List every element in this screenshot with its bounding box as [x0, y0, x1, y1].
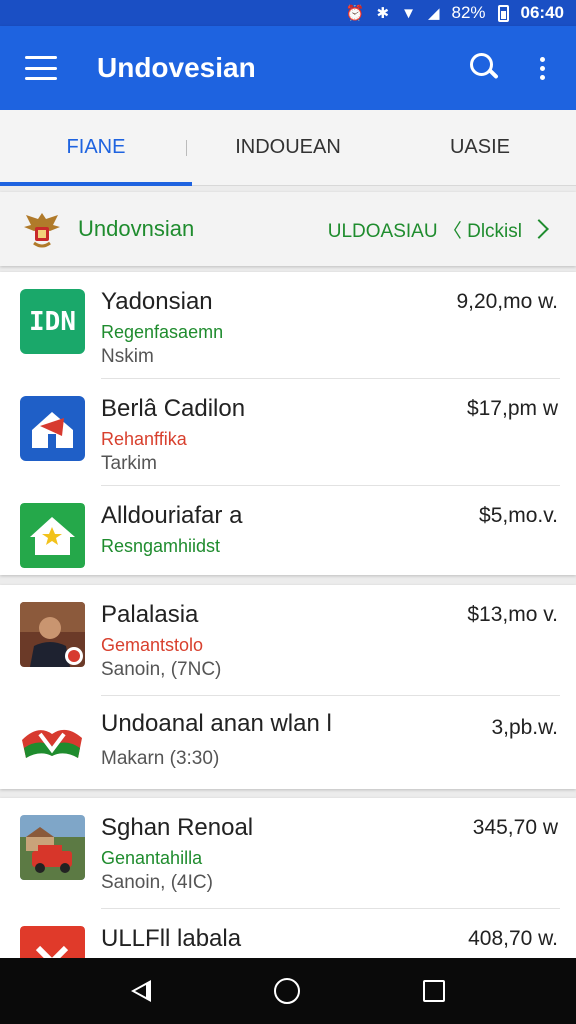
banner-title: Undovnsian [78, 216, 195, 241]
tab-indouean[interactable]: INDOUEAN [192, 110, 384, 185]
item-price: 345,70 w [472, 816, 558, 839]
tab-fiane[interactable]: FIANE [0, 110, 192, 186]
wifi-icon: ▼ [401, 4, 416, 22]
bluetooth-icon: ✱ [376, 4, 390, 22]
battery-percent: 82% [451, 3, 486, 22]
person-photo [20, 602, 85, 667]
banner-link[interactable]: ULDOASIAU 〈 Dlckisl [328, 216, 522, 243]
item-title: Undoanal anan wlan l [101, 710, 332, 737]
item-price: 408,70 w. [468, 927, 558, 950]
house-blue-icon [20, 396, 85, 461]
icon-label: IDN [29, 306, 76, 337]
status-bar: ⏰ ✱ ▼ ◢ 82% 06:40 [0, 0, 576, 26]
house-green-icon [20, 503, 85, 568]
item-meta: Nskim [101, 346, 154, 367]
app-title: Undovesian [97, 52, 256, 83]
item-subtitle: Genantahilla [101, 848, 203, 868]
menu-icon[interactable] [25, 56, 57, 80]
more-options-icon[interactable] [530, 48, 554, 88]
app-teal-icon: IDN [20, 289, 85, 354]
recent-apps-icon[interactable] [422, 980, 445, 1002]
clock: 06:40 [520, 3, 564, 22]
item-meta: Makarn (3:30) [101, 748, 220, 769]
list-item[interactable]: Berlâ Cadilon Rehanffika Tarkim $17,pm w [0, 379, 576, 486]
item-subtitle: Rehanffika [101, 429, 187, 449]
item-title: Sghan Renoal [101, 814, 254, 841]
item-subtitle: Resngamhiidst [101, 536, 221, 556]
chevron-right-icon[interactable] [529, 219, 549, 239]
garuda-emblem-icon [24, 213, 60, 248]
tab-uasie[interactable]: UASIE [384, 110, 576, 185]
section-banner[interactable]: Undovnsian ULDOASIAU 〈 Dlckisl [0, 192, 576, 266]
item-title: Yadonsian [101, 288, 213, 315]
home-icon[interactable] [273, 978, 300, 1004]
list-card: Palalasia Gemantstolo Sanoin, (7NC) $13,… [0, 585, 576, 789]
back-icon[interactable] [131, 980, 152, 1002]
search-icon[interactable] [464, 48, 504, 88]
item-meta: Tarkim [101, 453, 157, 474]
list-item[interactable]: Alldouriafar a Resngamhiidst $5,mo.v. [0, 486, 576, 575]
list-item[interactable]: Sghan Renoal Genantahilla Sanoin, (4IC) … [0, 798, 576, 909]
item-price: 9,20,mo w. [456, 290, 558, 313]
car-photo [20, 815, 85, 880]
battery-icon [497, 4, 509, 22]
tab-bar: FIANE INDOUEAN UASIE [0, 110, 576, 186]
item-title: Alldouriafar a [101, 502, 243, 529]
item-title: Palalasia [101, 601, 199, 628]
item-meta: Sanoin, (4IC) [101, 872, 213, 893]
system-nav-bar [0, 958, 576, 1024]
list-card: IDN Yadonsian Regenfasaemn Nskim 9,20,mo… [0, 272, 576, 575]
item-title: ULLFll labala [101, 925, 242, 952]
list-item[interactable]: Undoanal anan wlan l Makarn (3:30) 3,pb.… [0, 696, 576, 789]
item-subtitle: Gemantstolo [101, 635, 204, 655]
item-price: $13,mo v. [467, 603, 558, 626]
list-item[interactable]: Palalasia Gemantstolo Sanoin, (7NC) $13,… [0, 585, 576, 696]
tab-divider [186, 140, 187, 156]
app-bar: Undovesian [0, 26, 576, 110]
item-title: Berlâ Cadilon [101, 395, 246, 422]
item-price: $5,mo.v. [479, 504, 558, 527]
list-card: Sghan Renoal Genantahilla Sanoin, (4IC) … [0, 798, 576, 991]
list-item[interactable]: IDN Yadonsian Regenfasaemn Nskim 9,20,mo… [0, 272, 576, 379]
item-price: $17,pm w [466, 397, 558, 420]
flag-icon [22, 729, 82, 758]
signal-icon: ◢ [427, 4, 440, 22]
item-price: 3,pb.w. [491, 716, 558, 739]
item-meta: Sanoin, (7NC) [101, 659, 222, 680]
item-subtitle: Regenfasaemn [101, 322, 224, 342]
alarm-icon: ⏰ [345, 4, 365, 22]
